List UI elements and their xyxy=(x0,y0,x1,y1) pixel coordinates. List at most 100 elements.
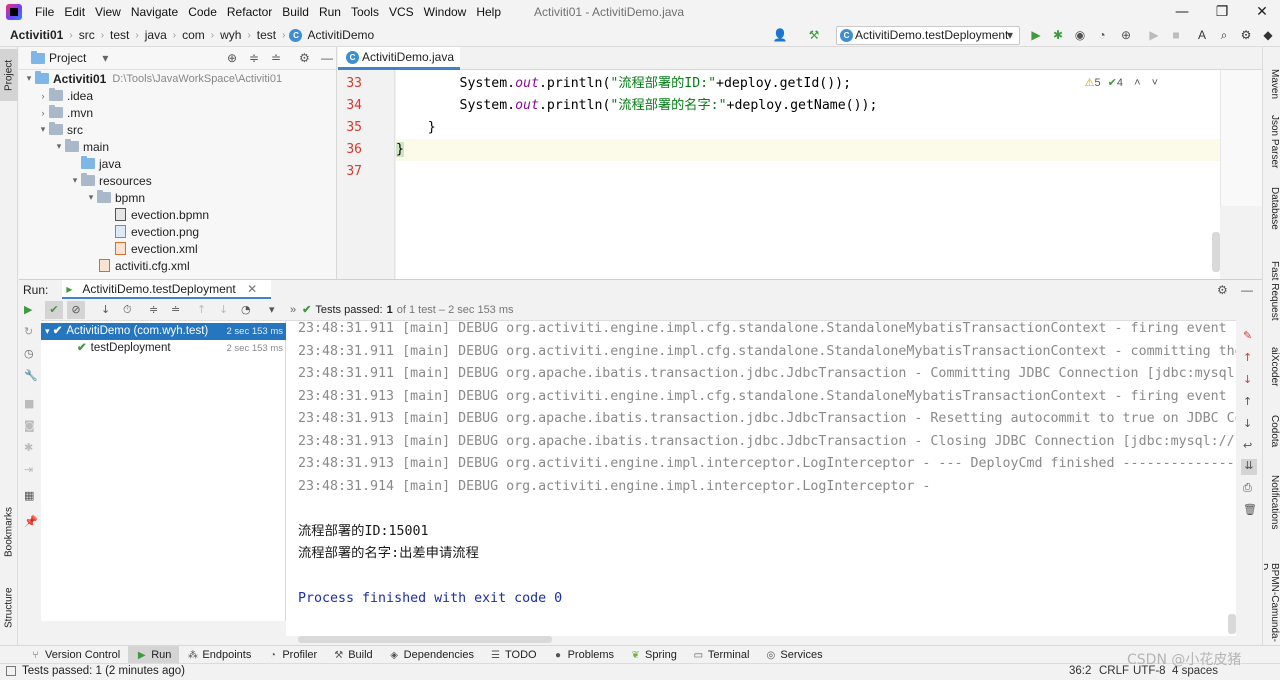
history-icon[interactable]: ◔ xyxy=(241,303,251,316)
close-icon[interactable]: ✕ xyxy=(1246,0,1278,24)
test-suite-row[interactable]: ▾ ✔ ActivitiDemo (com.wyh.test) 2 sec 153… xyxy=(41,323,286,340)
line-separator[interactable]: CRLF xyxy=(1099,665,1129,677)
editor-tab-activitidemo[interactable]: C ActivitiDemo.java xyxy=(338,47,460,70)
settings-gear-icon[interactable]: ⚙ xyxy=(299,51,310,65)
scroll-to-end-icon[interactable]: ⇊ xyxy=(1241,459,1257,475)
menu-navigate[interactable]: Navigate xyxy=(126,5,183,19)
tool-problems[interactable]: ● Problems xyxy=(545,646,622,665)
database-tool-tab[interactable]: Database xyxy=(1264,187,1280,237)
tree-item-evection-bpmn[interactable]: evection.bpmn xyxy=(115,206,209,223)
pin-icon[interactable]: 📌 xyxy=(24,515,38,528)
menu-edit[interactable]: Edit xyxy=(59,5,90,19)
menu-file[interactable]: File xyxy=(30,5,59,19)
code-minimap[interactable] xyxy=(1220,70,1262,206)
minimize-icon[interactable]: — xyxy=(1166,0,1198,24)
tree-item-mvn[interactable]: › .mvn xyxy=(37,104,93,121)
layout-toggle-icon[interactable] xyxy=(6,666,16,676)
trash-icon[interactable]: 🗑 xyxy=(1243,503,1257,516)
bookmarks-tool-tab[interactable]: Bookmarks xyxy=(0,497,18,567)
more-icon[interactable]: ▾ xyxy=(269,303,275,316)
arrow-down-icon[interactable]: ↓ xyxy=(1243,417,1252,430)
chevron-down-icon[interactable]: ▾ xyxy=(102,51,108,65)
build-hammer-icon[interactable]: ⚒ xyxy=(806,27,822,43)
arrow-up-icon[interactable]: ↑ xyxy=(1243,395,1252,408)
breadcrumb-wyh[interactable]: wyh xyxy=(218,28,243,42)
codota-tool-tab[interactable]: Codota xyxy=(1264,415,1280,451)
menu-help[interactable]: Help xyxy=(471,5,506,19)
tree-item-evection-png[interactable]: evection.png xyxy=(115,223,199,240)
breadcrumb-class[interactable]: ActivitiDemo xyxy=(305,28,376,42)
close-icon[interactable]: ✕ xyxy=(247,282,257,296)
chevron-down-icon[interactable]: ˅ xyxy=(1152,77,1158,89)
notifications-tool-tab[interactable]: Notifications xyxy=(1264,475,1280,541)
bpmn-camunda-tool-tab[interactable]: BPMN-Camunda-D xyxy=(1264,563,1280,643)
structure-tool-tab[interactable]: Structure xyxy=(0,577,18,639)
menu-build[interactable]: Build xyxy=(277,5,314,19)
status-message[interactable]: Tests passed: 1 (2 minutes ago) xyxy=(22,665,185,677)
previous-failed-icon[interactable]: ↑ xyxy=(1243,351,1252,364)
print-icon[interactable]: ⎙ xyxy=(1243,481,1252,495)
show-ignored-icon[interactable]: ⊘ xyxy=(67,301,85,319)
search-icon[interactable]: ⌕ xyxy=(1216,27,1232,43)
breadcrumb-src[interactable]: src xyxy=(77,28,97,42)
tree-item-resources[interactable]: ▾ resources xyxy=(69,172,152,189)
inspections-widget[interactable]: ⚠5 ✔4 ˄ ˅ xyxy=(1085,76,1158,89)
editor-scrollbar[interactable] xyxy=(1212,232,1220,272)
run-icon[interactable]: ▶ xyxy=(1028,27,1044,43)
locate-icon[interactable]: ⊕ xyxy=(227,51,237,65)
json-parser-tool-tab[interactable]: Json Parser xyxy=(1264,115,1280,175)
translate-icon[interactable]: A xyxy=(1194,27,1210,43)
run-configuration-select[interactable]: C ActivitiDemo.testDeployment xyxy=(836,26,1020,45)
menu-vcs[interactable]: VCS xyxy=(384,5,419,19)
collapse-all-icon[interactable]: ≐ xyxy=(271,51,281,65)
sort-alpha-icon[interactable]: ↓ xyxy=(101,303,110,316)
code-editor[interactable]: System.out.println("流程部署的ID:"+deploy.get… xyxy=(396,70,1220,279)
tool-run[interactable]: ▶ Run xyxy=(128,645,180,665)
next-failed-icon[interactable]: ↓ xyxy=(1243,373,1252,386)
project-view-select[interactable]: Project xyxy=(49,51,86,65)
menu-code[interactable]: Code xyxy=(183,5,222,19)
sort-duration-icon[interactable]: ⏱ xyxy=(123,303,132,317)
tool-version-control[interactable]: ⑂ Version Control xyxy=(22,646,128,665)
expand-all-icon[interactable]: ≑ xyxy=(249,51,259,65)
settings-gear-icon[interactable]: ⚙ xyxy=(1217,283,1228,297)
menu-run[interactable]: Run xyxy=(314,5,346,19)
coverage-icon[interactable]: ◉ xyxy=(1072,27,1088,43)
menu-refactor[interactable]: Refactor xyxy=(222,5,277,19)
project-tool-tab[interactable]: Project xyxy=(0,49,18,101)
tree-item-idea[interactable]: › .idea xyxy=(37,87,93,104)
tool-dependencies[interactable]: ◈ Dependencies xyxy=(381,646,482,665)
rerun-icon[interactable]: ▶ xyxy=(24,303,32,316)
caret-position[interactable]: 36:2 xyxy=(1069,665,1091,677)
tree-item-java[interactable]: java xyxy=(69,155,121,172)
profile-icon[interactable]: ◔ xyxy=(1094,27,1110,43)
tree-item-evection-xml[interactable]: evection.xml xyxy=(115,240,198,257)
chevron-up-icon[interactable]: ˄ xyxy=(1134,77,1140,89)
tree-item-bpmn[interactable]: ▾ bpmn xyxy=(85,189,145,206)
tree-item-activiti-cfg[interactable]: activiti.cfg.xml xyxy=(99,257,190,274)
collapse-all-icon[interactable]: ≐ xyxy=(171,303,180,316)
menu-view[interactable]: View xyxy=(90,5,126,19)
tool-profiler[interactable]: ◔ Profiler xyxy=(259,646,325,665)
tool-endpoints[interactable]: ⁂ Endpoints xyxy=(179,646,259,665)
soft-wrap-icon[interactable]: ↩ xyxy=(1243,439,1252,452)
restore-icon[interactable]: ❐ xyxy=(1206,0,1238,24)
expand-all-icon[interactable]: ≑ xyxy=(149,303,158,316)
run-tab-testdeployment[interactable]: ▸ ActivitiDemo.testDeployment ✕ xyxy=(62,279,272,300)
fast-request-tool-tab[interactable]: Fast Request xyxy=(1264,261,1280,325)
breadcrumb-test[interactable]: test xyxy=(108,28,131,42)
tool-spring[interactable]: ❦ Spring xyxy=(622,646,685,665)
wrench-icon[interactable]: 🔧 xyxy=(24,369,38,382)
settings-gear-icon[interactable]: ⚙ xyxy=(1238,27,1254,43)
tool-services[interactable]: ◎ Services xyxy=(757,646,830,665)
console-output[interactable]: 23:48:31.911 [main] DEBUG org.activiti.e… xyxy=(286,321,1236,636)
tool-build[interactable]: ⚒ Build xyxy=(325,646,380,665)
user-icon[interactable]: 👤 xyxy=(772,27,788,43)
clear-marks-icon[interactable]: ✎ xyxy=(1243,329,1252,342)
aixcoder-tool-tab[interactable]: aiXcoder xyxy=(1264,347,1280,397)
tree-item-root[interactable]: ▾ Activiti01 D:\Tools\JavaWorkSpace\Acti… xyxy=(23,70,282,87)
hide-icon[interactable]: — xyxy=(321,51,333,65)
test-case-row[interactable]: ✔ testDeployment 2 sec 153 ms xyxy=(41,340,286,357)
tree-item-main[interactable]: ▾ main xyxy=(53,138,109,155)
console-horizontal-scrollbar[interactable] xyxy=(298,636,552,643)
